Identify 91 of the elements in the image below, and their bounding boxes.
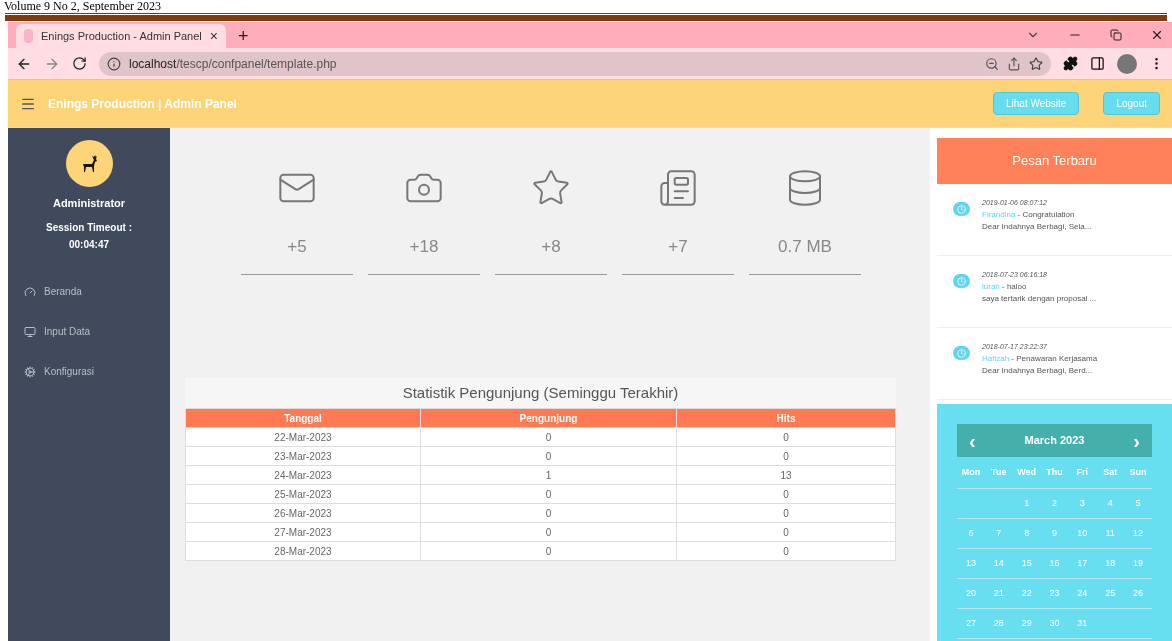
calendar-day[interactable]: 4 bbox=[1096, 496, 1125, 511]
column-header: Pengunjung bbox=[420, 408, 677, 428]
message-title: Hafizah - Penawaran Kerjasama bbox=[982, 352, 1098, 365]
url-text: localhost/tescp/confpanel/template.php bbox=[129, 55, 338, 73]
calendar-day[interactable]: 9 bbox=[1040, 526, 1069, 541]
calendar-day[interactable]: 10 bbox=[1068, 526, 1097, 541]
message-preview: saya tertarik dengan proposal ... bbox=[982, 292, 1097, 305]
calendar-day[interactable]: 31 bbox=[1068, 616, 1097, 631]
calendar-day[interactable]: 21 bbox=[984, 586, 1013, 601]
calendar-day[interactable]: 26 bbox=[1124, 586, 1152, 601]
weekday-label: Tue bbox=[990, 465, 1008, 479]
clock-icon bbox=[957, 348, 966, 358]
prev-month-button[interactable]: ‹ bbox=[969, 430, 976, 451]
calendar-day[interactable]: 24 bbox=[1068, 586, 1097, 601]
stat-value: 0.7 MB bbox=[778, 236, 832, 258]
column-header: Hits bbox=[676, 408, 896, 428]
calendar-day[interactable]: 29 bbox=[1012, 616, 1041, 631]
reload-icon[interactable] bbox=[72, 56, 87, 71]
clock-icon bbox=[957, 276, 966, 286]
messages-header: Pesan Terbaru bbox=[937, 138, 1172, 184]
header-button[interactable]: Logout bbox=[1103, 92, 1160, 115]
stat-value: +5 bbox=[287, 236, 307, 258]
calendar-day[interactable]: 2 bbox=[1040, 496, 1069, 511]
message-preview: Dear Indahnya Berbagi, Sela... bbox=[982, 220, 1092, 233]
address-bar[interactable]: localhost/tescp/confpanel/template.php bbox=[99, 51, 1051, 76]
monitor-icon bbox=[24, 325, 36, 338]
calendar-day[interactable]: 5 bbox=[1124, 496, 1152, 511]
weekday-label: Wed bbox=[1016, 465, 1038, 479]
share-icon[interactable] bbox=[1007, 56, 1021, 71]
sidebar-item[interactable]: Konfigurasi bbox=[8, 351, 170, 392]
calendar-day[interactable]: 3 bbox=[1068, 496, 1097, 511]
calendar-day[interactable]: 1 bbox=[1012, 496, 1041, 511]
column-header: Tanggal bbox=[185, 408, 421, 428]
side-panel-icon[interactable] bbox=[1090, 56, 1105, 71]
next-month-button[interactable]: › bbox=[1133, 430, 1140, 451]
gear-icon bbox=[24, 365, 36, 378]
gauge-icon bbox=[24, 285, 36, 298]
calendar-day[interactable]: 25 bbox=[1096, 586, 1125, 601]
favicon-icon bbox=[24, 29, 33, 43]
calendar-day[interactable]: 20 bbox=[957, 586, 985, 601]
stat-value: +7 bbox=[668, 236, 688, 258]
calendar-day[interactable]: 18 bbox=[1096, 556, 1125, 571]
calendar-day[interactable]: 13 bbox=[957, 556, 985, 571]
stat-value: +8 bbox=[541, 236, 561, 258]
weekday-label: Mon bbox=[960, 465, 982, 479]
profile-avatar[interactable] bbox=[1117, 53, 1137, 74]
calendar-day[interactable]: 11 bbox=[1096, 526, 1125, 541]
calendar-day[interactable]: 28 bbox=[984, 616, 1013, 631]
new-tab-button[interactable]: + bbox=[238, 27, 249, 45]
zoom-icon[interactable] bbox=[985, 56, 999, 71]
tab-close-button[interactable]: × bbox=[209, 29, 218, 43]
newspaper-icon bbox=[658, 168, 698, 208]
extensions-icon[interactable] bbox=[1063, 56, 1078, 71]
calendar-day[interactable]: 15 bbox=[1012, 556, 1041, 571]
info-icon bbox=[107, 56, 121, 71]
calendar-day[interactable]: 17 bbox=[1068, 556, 1097, 571]
calendar-day[interactable]: 16 bbox=[1040, 556, 1069, 571]
session-label: Session Timeout : bbox=[46, 220, 132, 235]
calendar-day[interactable]: 30 bbox=[1040, 616, 1069, 631]
clock-icon bbox=[957, 204, 966, 214]
message-title: Firandina - Congratulation bbox=[982, 208, 1076, 221]
user-name: Administrator bbox=[52, 196, 126, 211]
sidebar-item[interactable]: Beranda bbox=[8, 271, 170, 312]
tab-title: Enings Production - Admin Panel bbox=[41, 28, 202, 44]
calendar-day[interactable]: 23 bbox=[1040, 586, 1069, 601]
month-title: March 2023 bbox=[1023, 433, 1086, 449]
document-header: Volume 9 No 2, September 2023 bbox=[4, 0, 162, 12]
calendar-day[interactable]: 19 bbox=[1124, 556, 1152, 571]
sidebar-item[interactable]: Input Data bbox=[8, 311, 170, 352]
calendar-day[interactable]: 12 bbox=[1124, 526, 1152, 541]
message-title: lurah - haloo bbox=[982, 280, 1028, 293]
calendar-day[interactable]: 7 bbox=[984, 526, 1013, 541]
stat-value: +18 bbox=[409, 236, 439, 258]
weekday-label: Sat bbox=[1102, 465, 1119, 479]
calendar-day[interactable]: 6 bbox=[957, 526, 985, 541]
weekday-label: Fri bbox=[1075, 465, 1090, 479]
close-icon[interactable] bbox=[1150, 28, 1164, 42]
calendar-day[interactable]: 14 bbox=[984, 556, 1013, 571]
browser-tab[interactable]: Enings Production - Admin Panel × bbox=[16, 24, 226, 48]
calendar-day[interactable]: 8 bbox=[1012, 526, 1041, 541]
weekday-label: Thu bbox=[1045, 465, 1064, 479]
app-title: Enings Production | Admin Panel bbox=[48, 95, 237, 113]
session-time: 00:04:47 bbox=[69, 237, 109, 252]
table-title: Statistik Pengunjung (Seminggu Terakhir) bbox=[401, 382, 680, 403]
weekday-label: Sun bbox=[1128, 465, 1148, 479]
header-button[interactable]: Lihat Website bbox=[993, 92, 1080, 115]
calendar-day[interactable]: 22 bbox=[1012, 586, 1041, 601]
restore-icon[interactable] bbox=[1110, 29, 1122, 41]
calendar-day[interactable]: 27 bbox=[957, 616, 985, 631]
message-preview: Dear Indahnya Berbagi, Berd... bbox=[982, 364, 1094, 377]
bookmark-star-icon[interactable] bbox=[1029, 56, 1043, 71]
